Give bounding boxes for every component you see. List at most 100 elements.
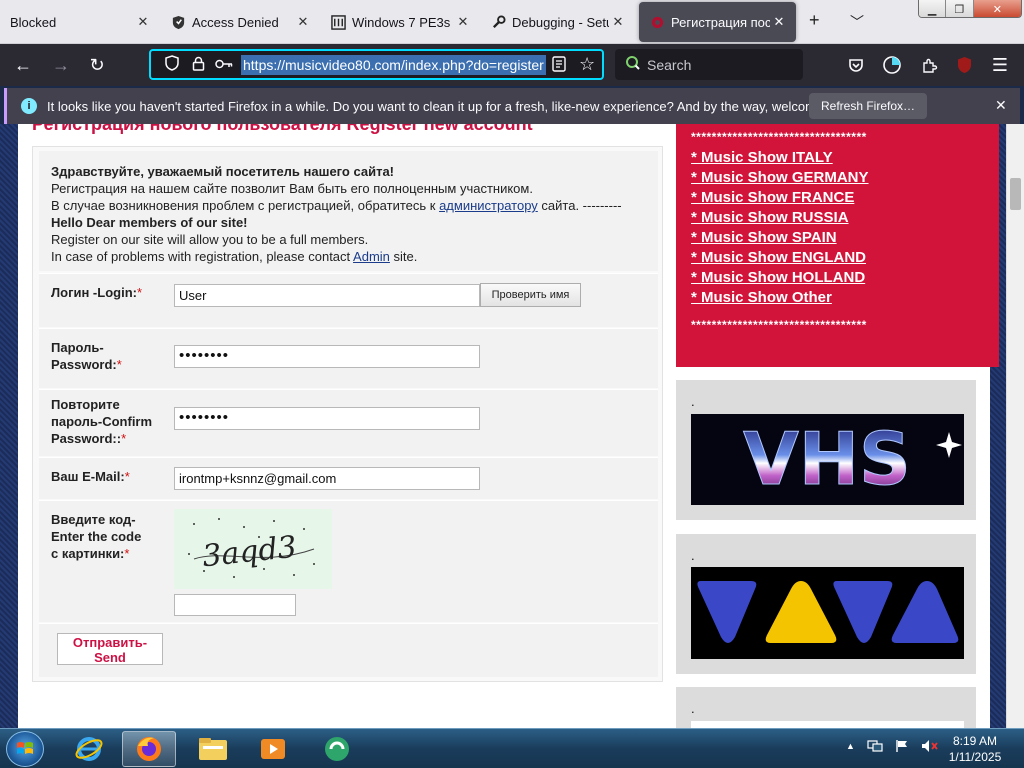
tracking-shield-icon[interactable] [159, 55, 185, 74]
firefox-taskbar-icon[interactable] [122, 731, 176, 767]
viva-banner: . [676, 534, 976, 674]
menu-link-other[interactable]: * Music Show Other [691, 288, 999, 308]
captcha-image[interactable]: 3aqd3 [174, 509, 332, 589]
tab-blocked[interactable]: Blocked ✕ [0, 2, 160, 42]
intro-line-en: Register on our site will allow you to b… [51, 232, 369, 247]
check-name-button[interactable]: Проверить имя [480, 283, 581, 307]
reload-icon[interactable]: ↻ [86, 54, 108, 76]
maximize-icon[interactable]: ❐ [946, 0, 974, 17]
login-label: Логин -Login:* [51, 284, 142, 301]
confirm-label-line: Повторите [51, 397, 120, 412]
tab-registration[interactable]: Регистрация пос ✕ [639, 2, 796, 42]
vertical-scrollbar[interactable] [1006, 124, 1024, 728]
close-tab-icon[interactable]: ✕ [770, 14, 788, 30]
account-sync-icon[interactable] [881, 54, 903, 76]
menu-link-germany[interactable]: * Music Show GERMANY [691, 168, 999, 188]
new-tab-icon[interactable]: + [809, 10, 820, 31]
start-button-icon[interactable] [6, 731, 44, 767]
internet-explorer-icon[interactable] [62, 731, 116, 767]
system-clock[interactable]: 8:19 AM 1/11/2025 [940, 733, 1010, 765]
confirm-label-line: Password:: [51, 431, 122, 446]
scrollbar-thumb[interactable] [1010, 178, 1021, 210]
banner-dot: . [691, 548, 695, 563]
intro-text-block: Здравствуйте, уважаемый посетитель нашег… [39, 151, 658, 271]
menu-link-russia[interactable]: * Music Show RUSSIA [691, 208, 999, 228]
show-hidden-icons[interactable]: ▲ [846, 739, 855, 756]
menu-link-holland[interactable]: * Music Show HOLLAND [691, 268, 999, 288]
send-button[interactable]: Отправить- Send [57, 633, 163, 665]
intro-line-en-2a: In case of problems with registration, p… [51, 249, 354, 264]
window-controls: ▁ ❐ ✕ [918, 0, 1022, 18]
captcha-label-line: Enter the code [51, 529, 142, 544]
tab-debugging[interactable]: Debugging - Setup ✕ [480, 2, 635, 42]
submit-row: Отправить- Send [39, 623, 658, 677]
tab-access-denied[interactable]: Access Denied ✕ [160, 2, 320, 42]
search-bar[interactable]: Search [615, 49, 803, 80]
third-banner: . [676, 687, 976, 728]
system-tray: ▲ [846, 739, 939, 756]
url-text[interactable]: https://musicvideo80.com/index.php?do=re… [241, 54, 546, 75]
url-bar[interactable]: https://musicvideo80.com/index.php?do=re… [149, 49, 604, 80]
volume-muted-icon[interactable] [921, 739, 939, 756]
search-placeholder: Search [647, 56, 692, 73]
extensions-icon[interactable] [918, 54, 940, 76]
email-input[interactable]: irontmp+ksnnz@gmail.com [174, 467, 480, 490]
send-button-label: Отправить- [72, 635, 148, 650]
third-banner-image[interactable] [691, 721, 964, 728]
banner-dot: . [691, 394, 695, 409]
admin-link[interactable]: Admin [353, 249, 390, 264]
notification-message: It looks like you haven't started Firefo… [47, 98, 858, 114]
stars-divider: ********************************** [691, 130, 867, 144]
info-icon: i [21, 98, 37, 114]
tab-windows7[interactable]: Windows 7 PE3s x6 ✕ [320, 2, 480, 42]
refresh-firefox-button[interactable]: Refresh Firefox… [809, 93, 928, 119]
close-tab-icon[interactable]: ✕ [454, 14, 472, 30]
password-row: Пароль- Password:* •••••••• [39, 328, 658, 388]
pocket-icon[interactable] [845, 54, 867, 76]
app-taskbar-icon[interactable] [310, 731, 364, 767]
vhs-banner-image[interactable]: VHS [691, 414, 964, 505]
menu-link-spain[interactable]: * Music Show SPAIN [691, 228, 999, 248]
app-menu-icon[interactable]: ☰ [989, 54, 1011, 76]
list-tabs-icon[interactable]: ﹀ [850, 12, 864, 32]
captcha-input[interactable] [174, 594, 296, 616]
viva-banner-image[interactable] [691, 567, 964, 659]
minimize-icon[interactable]: ▁ [919, 0, 947, 17]
confirm-password-input[interactable]: •••••••• [174, 407, 480, 430]
bookmark-star-icon[interactable]: ☆ [579, 54, 595, 75]
administrator-link[interactable]: администратору [439, 198, 538, 213]
back-icon[interactable]: ← [12, 54, 34, 76]
key-icon[interactable] [211, 57, 237, 73]
network-icon[interactable] [867, 739, 883, 756]
vhs-banner: . VHS [676, 380, 976, 520]
reader-view-icon[interactable] [552, 56, 566, 76]
captcha-label-line: Введите код- [51, 512, 136, 527]
close-tab-icon[interactable]: ✕ [609, 14, 627, 30]
refresh-notification-bar: i It looks like you haven't started Fire… [4, 88, 1020, 124]
shield-icon [170, 14, 186, 30]
login-input[interactable]: User [174, 284, 480, 307]
close-notification-icon[interactable]: ✕ [995, 97, 1007, 114]
required-mark: * [124, 546, 130, 561]
captcha-label: Введите код- Enter the code с картинки:* [51, 511, 141, 562]
country-menu: * Music Show ITALY * Music Show GERMANY … [691, 148, 999, 308]
close-tab-icon[interactable]: ✕ [134, 14, 152, 30]
close-tab-icon[interactable]: ✕ [294, 14, 312, 30]
lock-icon[interactable] [185, 56, 211, 74]
menu-link-france[interactable]: * Music Show FRANCE [691, 188, 999, 208]
action-center-flag-icon[interactable] [895, 739, 909, 756]
media-player-icon[interactable] [246, 731, 300, 767]
ublock-origin-icon[interactable] [953, 54, 975, 76]
confirm-password-label: Повторите пароль-Confirm Password::* [51, 396, 152, 447]
required-mark: * [116, 357, 122, 372]
window-close-icon[interactable]: ✕ [973, 0, 1021, 17]
password-input[interactable]: •••••••• [174, 345, 480, 368]
login-label-text: Логин -Login: [51, 285, 137, 300]
menu-link-england[interactable]: * Music Show ENGLAND [691, 248, 999, 268]
tab-title: Access Denied [192, 14, 279, 30]
file-explorer-icon[interactable] [186, 731, 240, 767]
tab-strip: Blocked ✕ Access Denied ✕ Windows 7 PE3s… [0, 0, 1024, 44]
stars-divider: ********************************** [691, 318, 867, 332]
forward-icon[interactable]: → [50, 54, 72, 76]
menu-link-italy[interactable]: * Music Show ITALY [691, 148, 999, 168]
